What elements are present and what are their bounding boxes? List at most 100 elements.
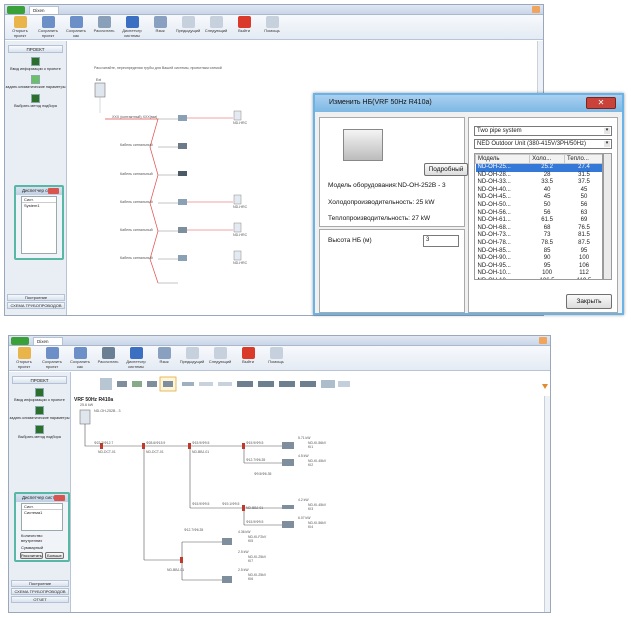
- unit-series-select[interactable]: NED Outdoor Unit (380-415V/3PH/50Hz) ▾: [474, 139, 612, 149]
- bottom-tab-title[interactable]: Dixen: [33, 337, 63, 345]
- heating-capacity-label: Теплопроизводительность: 27 kW: [328, 215, 431, 222]
- table-row[interactable]: ND-OH-10... 100 112: [476, 270, 603, 278]
- indoor-tag-label: KI5: [248, 539, 254, 543]
- table-row[interactable]: ND-OH-28... 28 31.5: [476, 171, 603, 180]
- sidebar-item-climate[interactable]: задать климатические параметры: [9, 406, 70, 420]
- sidebar-item-project-info[interactable]: Ввод информации о проекте: [9, 388, 70, 402]
- table-row[interactable]: ND-OH-78... 78.5 87.5: [476, 240, 603, 248]
- indoor-tag-label: KI3: [308, 507, 314, 511]
- ribbon-button-5[interactable]: Язык: [147, 16, 173, 38]
- ribbon-button-9[interactable]: Помощь: [263, 347, 289, 369]
- unit-info-panel: Подробный Модель оборудования:ND-OH-252B…: [319, 117, 468, 227]
- sidebar-footer-report[interactable]: ОТЧЕТ: [11, 596, 69, 603]
- pipe-size-label: Ф22.2/Ф12.7: [94, 441, 114, 445]
- ribbon-button-5[interactable]: Язык: [151, 347, 177, 369]
- canvas-scrollbar[interactable]: [544, 396, 550, 612]
- system-list-item[interactable]: System1: [22, 203, 56, 208]
- ribbon-button-1[interactable]: Сохранить проект: [35, 16, 61, 38]
- table-row[interactable]: ND-OH-25... 25.2 27.4: [475, 163, 602, 172]
- sidebar-footer-build[interactable]: Построение: [7, 294, 65, 301]
- ribbon-button-3[interactable]: Рассчитать: [91, 16, 117, 38]
- ribbon-button-label: Выйти: [238, 28, 250, 33]
- system-list-item[interactable]: Система1: [22, 510, 62, 515]
- table-row[interactable]: ND-OH-95... 95 106: [476, 263, 603, 271]
- sidebar-item-label: Ввод информации о проекте: [14, 398, 65, 402]
- table-column-header[interactable]: Модель: [475, 154, 531, 164]
- ribbon-icon: [101, 347, 115, 359]
- pipe-size-label: Ф15.9/Ф9.5: [246, 520, 264, 524]
- arrow-icon: [35, 406, 44, 416]
- table-row[interactable]: ND-OH-73... 73 81.5: [476, 232, 603, 240]
- table-row[interactable]: ND-OH-85... 85 95: [476, 247, 603, 256]
- sidebar-footer-piping[interactable]: СХЕМА ТРУБОПРОВОДОВ: [11, 588, 69, 595]
- table-row[interactable]: ND-OH-50... 50 56: [476, 202, 603, 210]
- ribbon-button-6[interactable]: Предыдущий: [175, 16, 201, 38]
- sidebar-header-project[interactable]: ПРОЕКТ: [8, 45, 63, 53]
- ribbon-button-9[interactable]: Помощь: [259, 16, 285, 38]
- sidebar-header-project[interactable]: ПРОЕКТ: [12, 376, 67, 384]
- ribbon-button-6[interactable]: Предыдущий: [179, 347, 205, 369]
- system-manager-title: Диспетчер сист.: [16, 494, 68, 502]
- branch-label: Кабель сигнальный: [120, 256, 153, 260]
- bottom-window-button[interactable]: [539, 337, 547, 344]
- close-icon[interactable]: [48, 188, 59, 194]
- app-menu-icon[interactable]: [11, 337, 29, 345]
- close-dialog-button[interactable]: Закрыть: [566, 294, 612, 309]
- arrow-icon: [31, 57, 40, 66]
- table-cell: 31.5: [578, 171, 590, 178]
- table-row[interactable]: ND-OH-10...106.5119.5: [476, 278, 603, 279]
- table-row[interactable]: ND-OH-56... 56 63: [476, 210, 603, 218]
- model-table-scrollbar[interactable]: [603, 153, 612, 280]
- table-row[interactable]: ND-OH-33... 33.5 37.5: [476, 179, 603, 187]
- table-cell: 95: [580, 247, 588, 254]
- ribbon-button-7[interactable]: Следующий: [207, 347, 233, 369]
- indoor-unit-icon: [178, 255, 187, 261]
- unit-palette[interactable]: [72, 372, 542, 396]
- ribbon-button-label: Язык: [159, 359, 169, 364]
- top-window-button[interactable]: [532, 6, 540, 13]
- sidebar-item-method[interactable]: Выбрать метод подбора: [5, 93, 66, 108]
- ribbon-button-0[interactable]: Открыть проект: [7, 16, 33, 38]
- sidebar-item-method[interactable]: Выбрать метод подбора: [9, 424, 70, 439]
- more-button[interactable]: Больше: [44, 552, 64, 559]
- close-icon[interactable]: ✕: [586, 97, 616, 109]
- ribbon-button-8[interactable]: Выйти: [235, 347, 261, 369]
- top-tab-title[interactable]: Dixen: [29, 6, 59, 14]
- funnel-icon[interactable]: [542, 384, 548, 389]
- bottom-diagram-canvas[interactable]: VRF 50Hz R410a 25.6 kW ND-OH-252B - 3 Ф2…: [72, 372, 550, 612]
- close-icon[interactable]: [54, 495, 65, 501]
- ribbon-button-2[interactable]: Сохранить как: [67, 347, 93, 369]
- sidebar-item-climate[interactable]: задать климатические параметры: [5, 75, 66, 89]
- ribbon-icon: [129, 347, 143, 359]
- ribbon-button-8[interactable]: Выйти: [231, 16, 257, 38]
- sidebar-footer-build[interactable]: Построение: [11, 580, 69, 587]
- calculate-button[interactable]: Рассчитать: [20, 552, 43, 559]
- ribbon-button-7[interactable]: Следующий: [203, 16, 229, 38]
- table-column-header[interactable]: Холо...: [529, 154, 566, 164]
- height-input[interactable]: 3: [423, 235, 459, 247]
- ribbon-button-1[interactable]: Сохранить проект: [39, 347, 65, 369]
- ribbon-icon: [13, 16, 27, 28]
- table-row[interactable]: ND-OH-61... 61.5 69: [476, 217, 603, 225]
- table-row[interactable]: ND-OH-90... 90 100: [476, 255, 603, 263]
- table-row[interactable]: ND-OH-68... 68 76.5: [476, 225, 603, 233]
- sidebar-footer-piping[interactable]: СХЕМА ТРУБОПРОВОДОВ: [7, 302, 65, 309]
- table-row[interactable]: ND-OH-40... 40 45: [476, 187, 603, 195]
- indoor-unit-icon: [178, 171, 187, 176]
- table-column-header[interactable]: Тепло...: [564, 154, 602, 164]
- ribbon-button-4[interactable]: Диспетчер системы: [119, 16, 145, 38]
- indoor-unit-icon: [222, 576, 232, 583]
- table-cell: 112: [579, 270, 589, 277]
- chevron-down-icon: ▾: [604, 127, 610, 134]
- branch-joint-label: ND-BBJ-01: [167, 568, 185, 572]
- ribbon-button-0[interactable]: Открыть проект: [11, 347, 37, 369]
- ribbon-button-2[interactable]: Сохранить как: [63, 16, 89, 38]
- table-row[interactable]: ND-OH-45... 45 50: [476, 194, 603, 202]
- ribbon-button-4[interactable]: Диспетчер системы: [123, 347, 149, 369]
- model-table[interactable]: Модель Холо... Тепло... ND-OH-25... 25.2 27.4…: [474, 153, 603, 280]
- system-type-select[interactable]: Two pipe system ▾: [474, 126, 612, 136]
- sidebar-item-project-info[interactable]: Ввод информации о проекте: [5, 57, 66, 71]
- ribbon-button-3[interactable]: Рассчитать: [95, 347, 121, 369]
- detail-button[interactable]: Подробный: [424, 163, 468, 176]
- app-menu-icon[interactable]: [7, 6, 25, 14]
